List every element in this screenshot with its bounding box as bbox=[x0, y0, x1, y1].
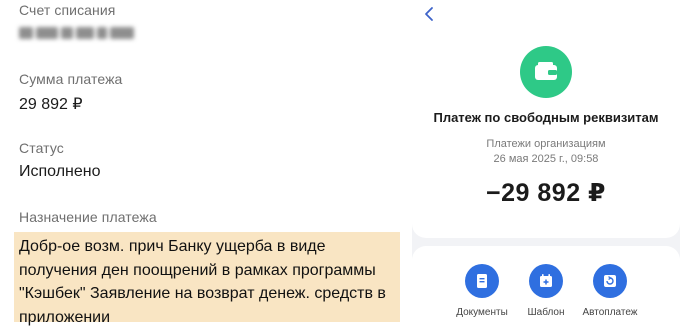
purpose-line: получения ден поощрений в рамках програм… bbox=[19, 261, 376, 279]
purpose-highlight: Добр-ое возм. прич Банку ущерба в виде п… bbox=[14, 232, 400, 326]
payment-category: Платежи организациям bbox=[486, 138, 606, 150]
documents-button[interactable]: Документы bbox=[452, 264, 512, 318]
receipt-card: Платеж по свободным реквизитам Платежи о… bbox=[412, 0, 680, 238]
template-label: Шаблон bbox=[527, 307, 565, 318]
autopay-icon bbox=[593, 264, 627, 298]
payment-details-panel: Счет списания Сумма платежа 29 892 ₽ Ста… bbox=[0, 0, 400, 332]
purpose-line: Добр-ое возм. прич Банку ущерба в виде bbox=[19, 238, 326, 255]
autopay-button[interactable]: Автоплатеж bbox=[580, 264, 640, 318]
amount-value: 29 892 ₽ bbox=[19, 96, 83, 113]
template-button[interactable]: Шаблон bbox=[516, 264, 576, 318]
status-value: Исполнено bbox=[19, 163, 101, 180]
template-icon bbox=[529, 264, 563, 298]
document-icon bbox=[465, 264, 499, 298]
payment-amount: −29 892 ₽ bbox=[486, 179, 606, 207]
wallet-icon bbox=[520, 46, 572, 98]
documents-label: Документы bbox=[456, 307, 508, 318]
account-number-redacted bbox=[19, 25, 139, 41]
purpose-line: "Кэшбек" Заявление на возврат денеж. сре… bbox=[19, 285, 386, 302]
payment-type-title: Платеж по свободным реквизитам bbox=[433, 110, 659, 125]
status-label: Статус bbox=[19, 140, 64, 156]
purpose-label: Назначение платежа bbox=[19, 209, 157, 225]
receipt-panel: Платеж по свободным реквизитам Платежи о… bbox=[412, 0, 680, 332]
purpose-line: приложении bbox=[19, 308, 111, 326]
autopay-label: Автоплатеж bbox=[582, 307, 638, 318]
account-label: Счет списания bbox=[19, 2, 116, 18]
chevron-left-icon[interactable] bbox=[422, 4, 440, 24]
payment-datetime: 26 мая 2025 г., 09:58 bbox=[493, 153, 599, 165]
amount-label: Сумма платежа bbox=[19, 71, 123, 87]
